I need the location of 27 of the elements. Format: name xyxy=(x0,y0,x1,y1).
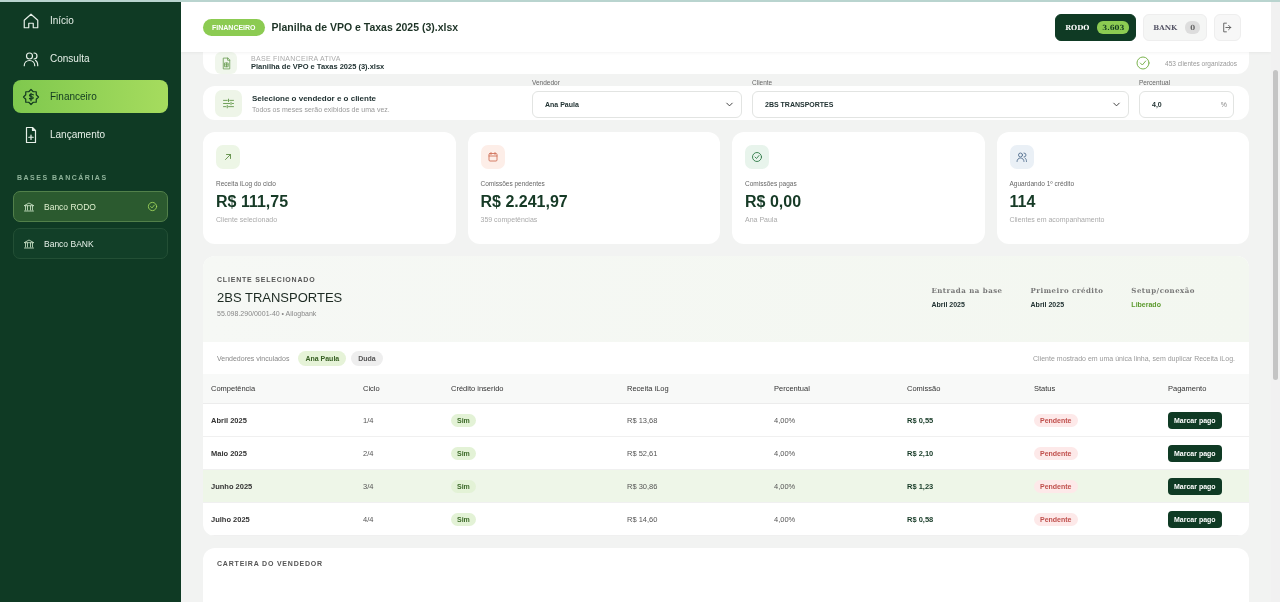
calendar-icon xyxy=(486,151,499,163)
logout-button[interactable] xyxy=(1214,13,1241,41)
home-icon xyxy=(22,11,40,30)
sidebar-item[interactable]: Consulta xyxy=(13,42,168,75)
stat-value: 114 xyxy=(1009,193,1037,211)
check-circle-icon xyxy=(147,201,158,212)
logout-icon xyxy=(1221,20,1234,34)
stat-value: R$ 111,75 xyxy=(216,193,290,211)
bank-item[interactable]: Banco RODO xyxy=(13,191,168,222)
dollar-icon xyxy=(22,87,40,106)
check-circle-icon xyxy=(1135,55,1152,71)
bank-icon xyxy=(23,237,35,250)
sidebar-item[interactable]: Financeiro xyxy=(13,80,168,113)
check-circle-icon xyxy=(751,151,763,163)
client-name: 2BS TRANSPORTES xyxy=(217,290,344,305)
bank-icon xyxy=(23,200,35,213)
bank-item[interactable]: Banco BANK xyxy=(13,228,168,259)
stat-value: R$ 2.241,97 xyxy=(480,193,569,211)
arrow-icon xyxy=(222,151,234,163)
sliders-icon xyxy=(221,95,236,111)
sidebar-item[interactable]: Início xyxy=(13,4,168,37)
sidebar-item[interactable]: Lançamento xyxy=(13,118,168,151)
users-icon xyxy=(1015,151,1028,163)
user-icon xyxy=(22,49,40,68)
stat-value: R$ 0,00 xyxy=(745,193,803,211)
page-title: Planilha de VPO e Taxas 2025 (3).xlsx xyxy=(271,21,460,33)
card-title: Selecione o vendedor e o cliente xyxy=(252,93,378,103)
